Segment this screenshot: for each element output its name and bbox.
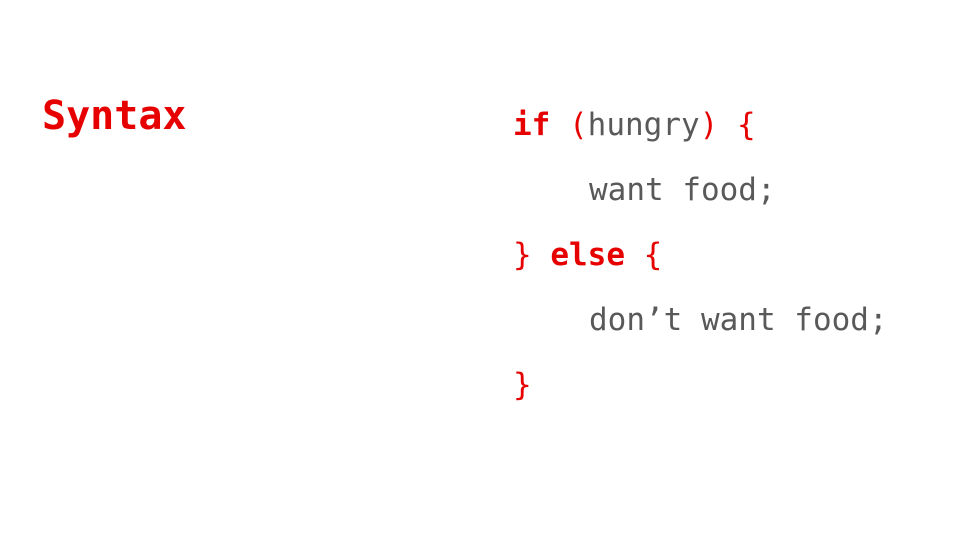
else-statement: don’t want food;	[589, 302, 888, 338]
open-brace: {	[643, 237, 663, 273]
slide: Syntax if (hungry) { want food; } else {…	[0, 0, 960, 540]
code-line-if: if (hungry) {	[513, 100, 756, 150]
code-line-end: }	[513, 360, 532, 410]
open-brace: {	[737, 107, 756, 143]
code-line-else-body: don’t want food;	[589, 295, 888, 345]
code-line-else: } else {	[513, 230, 662, 280]
close-brace: }	[513, 367, 532, 403]
code-line-then: want food;	[589, 165, 776, 215]
then-statement: want food;	[589, 172, 776, 208]
else-keyword: else	[550, 237, 625, 273]
condition-text: hungry	[587, 107, 700, 143]
slide-title: Syntax	[42, 93, 187, 139]
close-paren: )	[699, 107, 719, 143]
if-keyword: if	[513, 107, 551, 143]
open-paren: (	[569, 107, 588, 143]
close-brace: }	[513, 237, 532, 273]
